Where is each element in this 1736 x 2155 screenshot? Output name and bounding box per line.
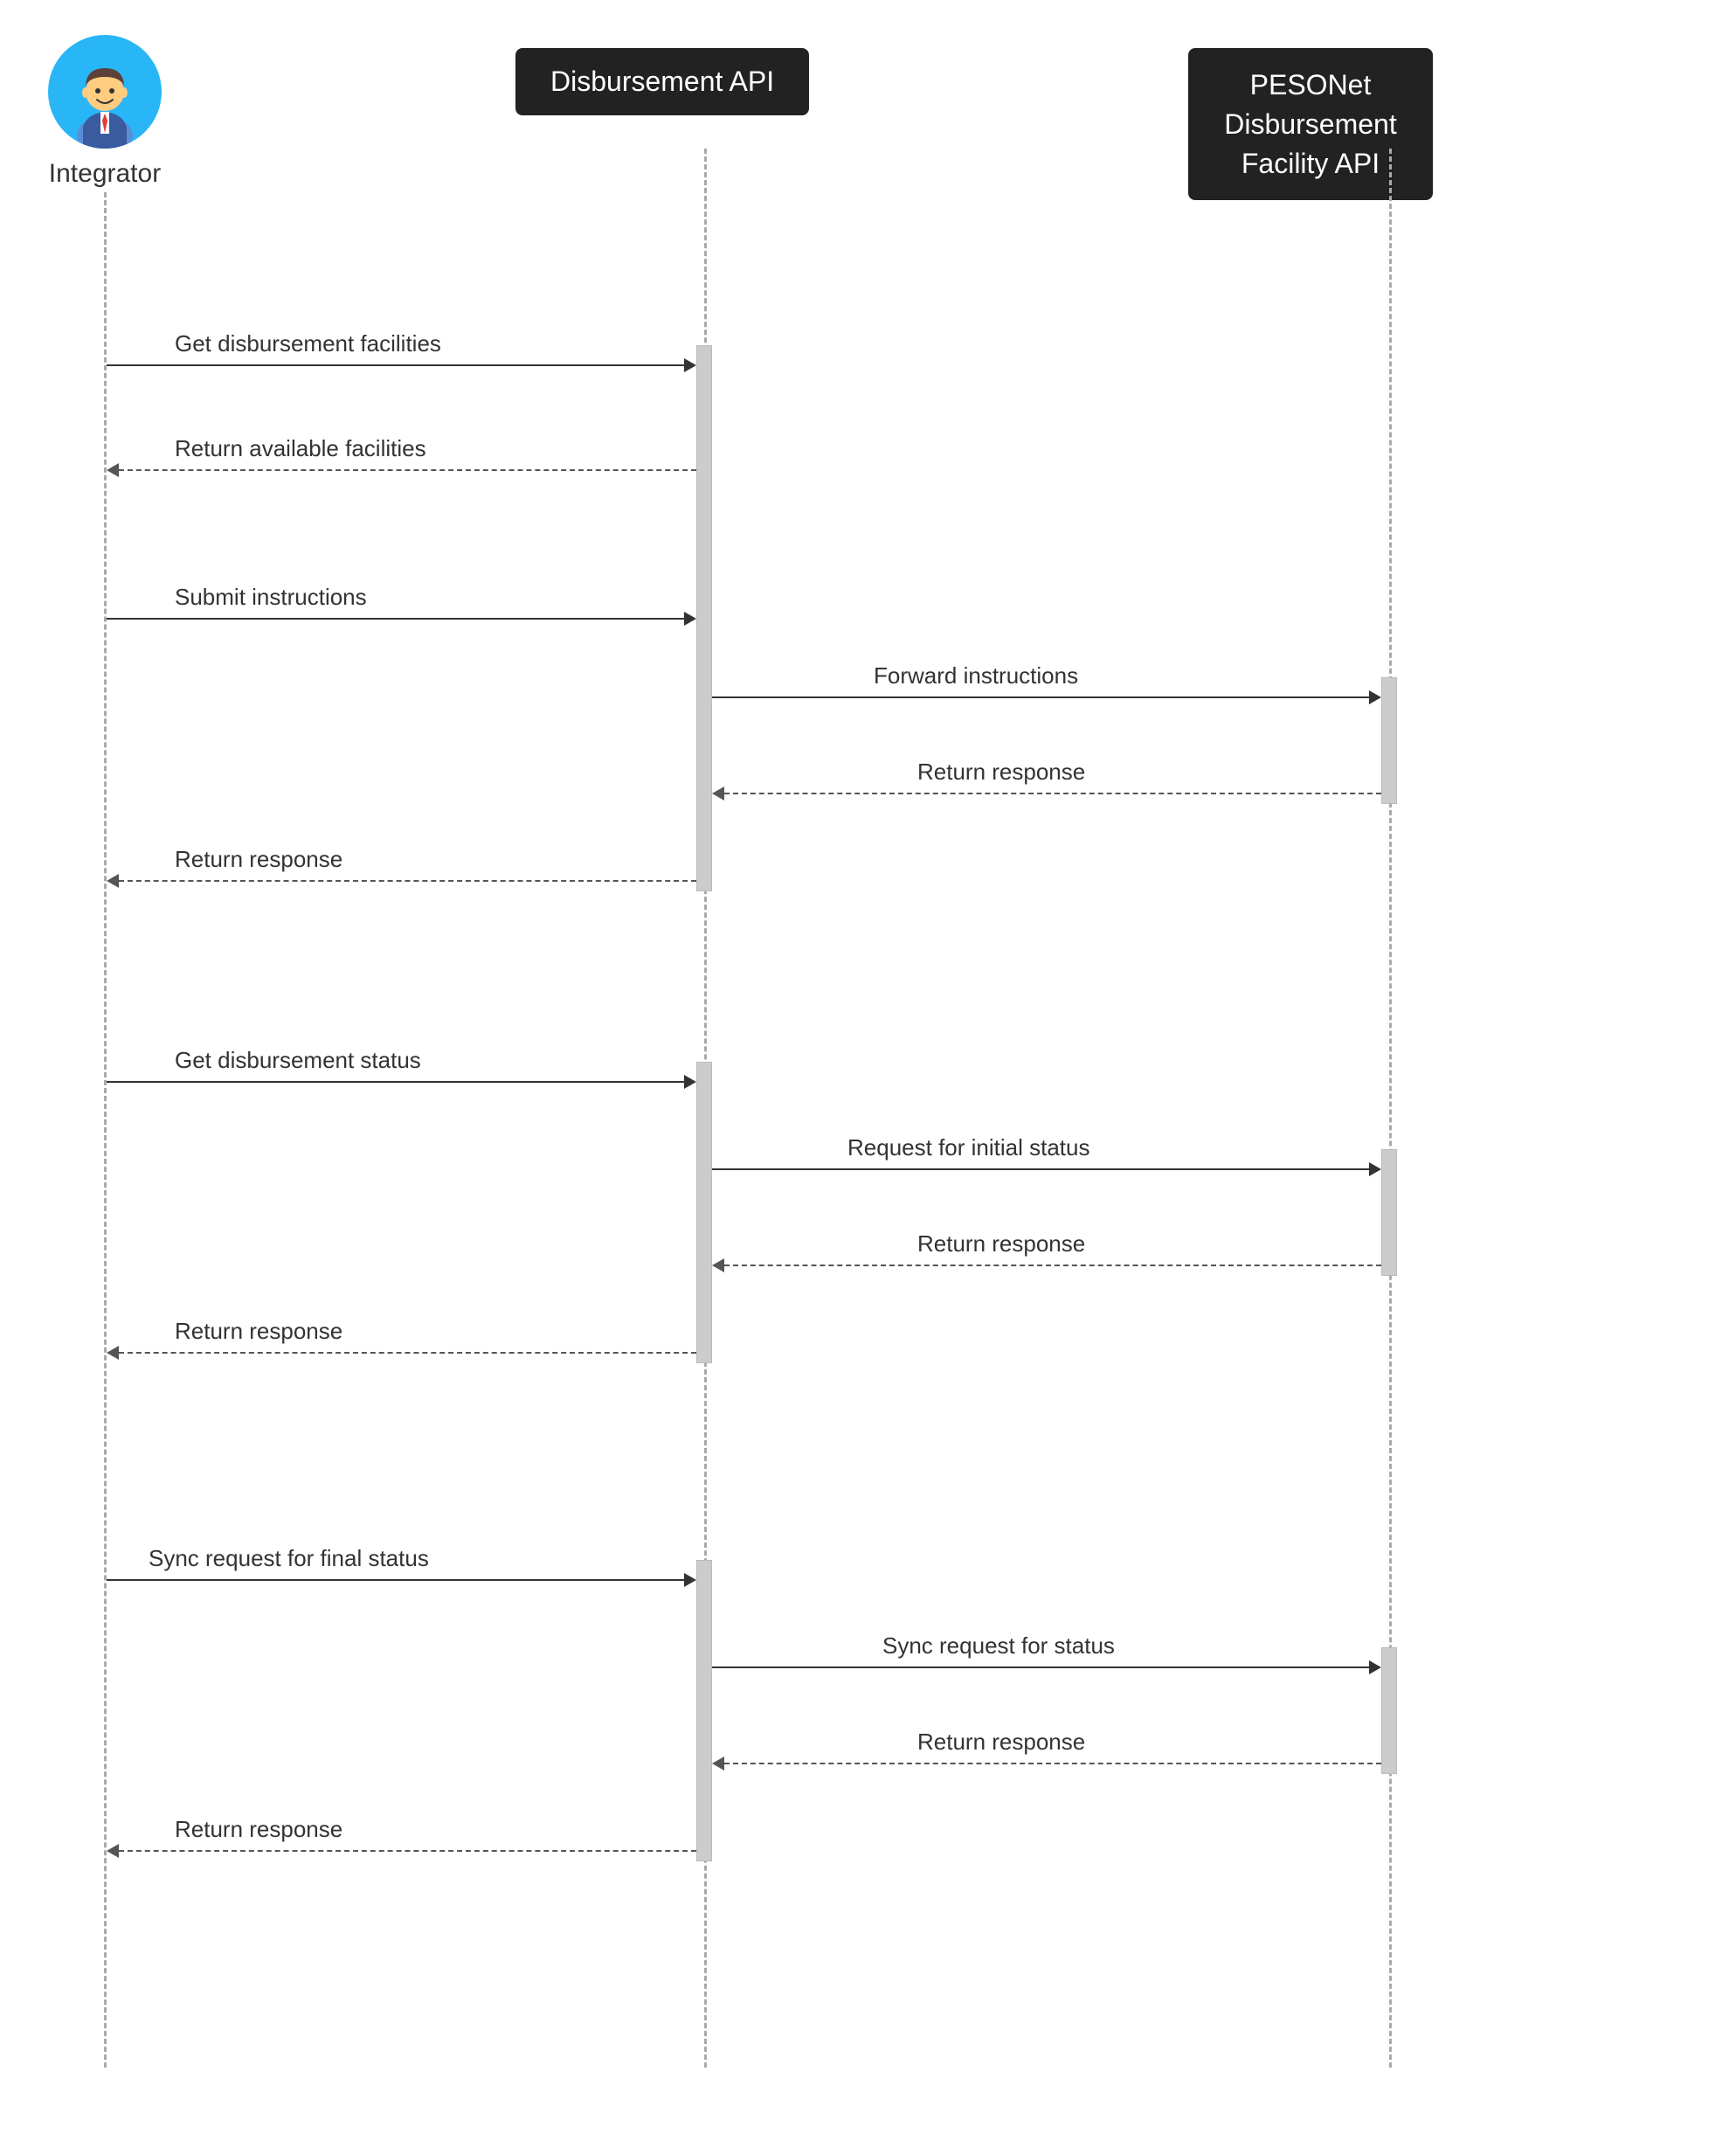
arrow-return-response-2-label: Return response [175, 846, 342, 873]
arrow-return-response-6-label: Return response [175, 1816, 342, 1843]
sequence-diagram: Integrator Disbursement API PESONet Disb… [0, 0, 1736, 2155]
arrow-get-status-label: Get disbursement status [175, 1047, 421, 1074]
arrow-sync-status-label: Sync request for status [882, 1632, 1115, 1660]
arrow-return-facilities [107, 463, 696, 477]
integrator-actor: Integrator [48, 35, 162, 189]
arrow-sync-final-status [107, 1573, 696, 1587]
arrow-request-initial-status [712, 1162, 1381, 1176]
arrow-return-response-3 [712, 1258, 1381, 1272]
activation-bar-3 [696, 1062, 712, 1363]
integrator-label: Integrator [49, 159, 161, 189]
arrow-submit-instructions-label: Submit instructions [175, 584, 367, 611]
integrator-avatar [48, 35, 162, 149]
lifeline-pesonet [1389, 149, 1392, 2068]
activation-bar-2 [1381, 677, 1397, 804]
arrow-get-facilities-label: Get disbursement facilities [175, 330, 441, 357]
pesonet-api-box: PESONet DisbursementFacility API [1188, 48, 1433, 200]
arrow-return-response-2 [107, 874, 696, 888]
arrow-sync-status [712, 1660, 1381, 1674]
arrow-return-response-4-label: Return response [175, 1318, 342, 1345]
arrow-sync-final-status-label: Sync request for final status [149, 1545, 429, 1572]
arrow-get-facilities [107, 358, 696, 372]
arrow-get-status [107, 1075, 696, 1089]
arrow-return-facilities-label: Return available facilities [175, 435, 426, 462]
arrow-return-response-4 [107, 1346, 696, 1360]
arrow-return-response-6 [107, 1844, 696, 1858]
arrow-return-response-1 [712, 786, 1381, 800]
activation-bar-1 [696, 345, 712, 891]
activation-bar-5 [696, 1560, 712, 1861]
disbursement-api-box: Disbursement API [515, 48, 809, 115]
arrow-submit-instructions [107, 612, 696, 626]
arrow-forward-instructions-label: Forward instructions [874, 662, 1078, 689]
arrow-forward-instructions [712, 690, 1381, 704]
arrow-return-response-5 [712, 1757, 1381, 1770]
arrow-return-response-1-label: Return response [917, 759, 1085, 786]
arrow-return-response-3-label: Return response [917, 1230, 1085, 1258]
pesonet-api-label: PESONet DisbursementFacility API [1224, 69, 1396, 179]
activation-bar-4 [1381, 1149, 1397, 1276]
arrow-request-initial-status-label: Request for initial status [847, 1134, 1089, 1161]
activation-bar-6 [1381, 1647, 1397, 1774]
arrow-return-response-5-label: Return response [917, 1729, 1085, 1756]
